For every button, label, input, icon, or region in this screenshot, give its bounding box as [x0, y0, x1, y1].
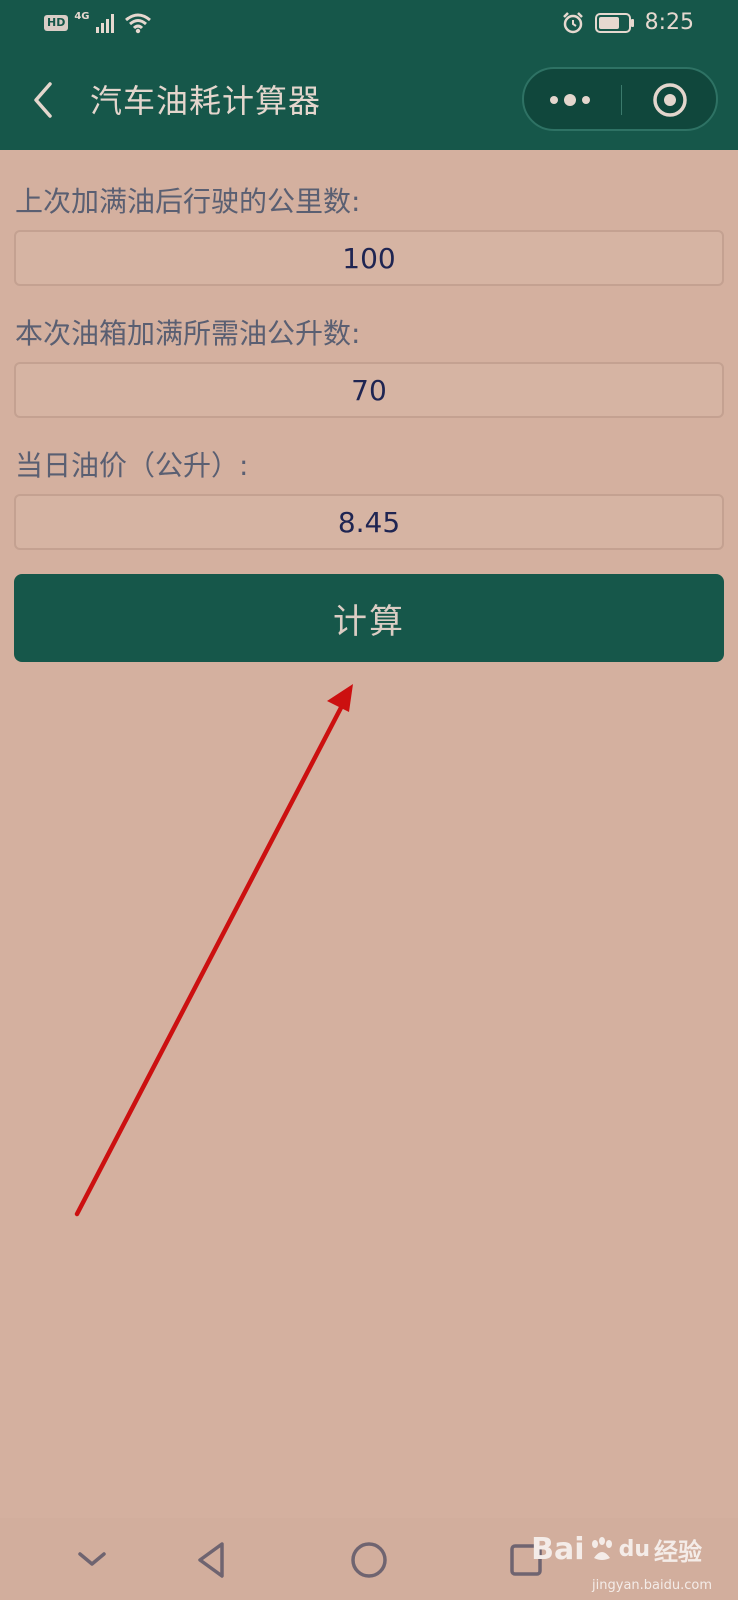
alarm-icon	[562, 11, 583, 33]
nav-back-icon[interactable]	[188, 1536, 236, 1584]
paw-icon	[591, 1536, 612, 1560]
back-icon[interactable]	[28, 80, 58, 120]
nav-home-icon[interactable]	[345, 1536, 393, 1584]
screen: HD 4G 8:25 汽车油耗计算器 上次加满油后行驶的公里数: 100 本次油…	[0, 0, 738, 1600]
watermark-jingyan: 经验	[654, 1538, 702, 1566]
nav-down-icon[interactable]	[68, 1536, 116, 1584]
price-input[interactable]	[14, 494, 724, 550]
distance-input[interactable]	[14, 230, 724, 286]
status-left: HD 4G	[44, 10, 152, 34]
fuel-input[interactable]	[14, 362, 724, 418]
clock: 8:25	[644, 10, 694, 35]
close-mini-program-icon[interactable]	[622, 69, 718, 129]
page-title: 汽车油耗计算器	[90, 82, 322, 120]
more-icon[interactable]	[524, 69, 620, 129]
hd-badge: HD	[44, 15, 69, 31]
title-bar: 汽车油耗计算器	[0, 50, 738, 150]
watermark-bai: Bai	[531, 1532, 585, 1567]
battery-icon	[594, 12, 634, 33]
network-label: 4G	[74, 10, 90, 22]
wifi-icon	[124, 13, 151, 34]
calculate-button[interactable]: 计算	[14, 574, 724, 662]
watermark-url: jingyan.baidu.com	[592, 1578, 712, 1593]
watermark-du: du	[618, 1537, 650, 1562]
price-label: 当日油价（公升）:	[15, 449, 249, 482]
distance-label: 上次加满油后行驶的公里数:	[15, 185, 361, 218]
baidu-watermark: Bai du 经验	[531, 1532, 702, 1567]
mini-program-capsule	[522, 67, 718, 131]
status-right: 8:25	[561, 10, 694, 35]
status-bar: HD 4G 8:25	[0, 0, 738, 50]
fuel-label: 本次油箱加满所需油公升数:	[15, 317, 361, 350]
signal-icon	[95, 14, 114, 33]
